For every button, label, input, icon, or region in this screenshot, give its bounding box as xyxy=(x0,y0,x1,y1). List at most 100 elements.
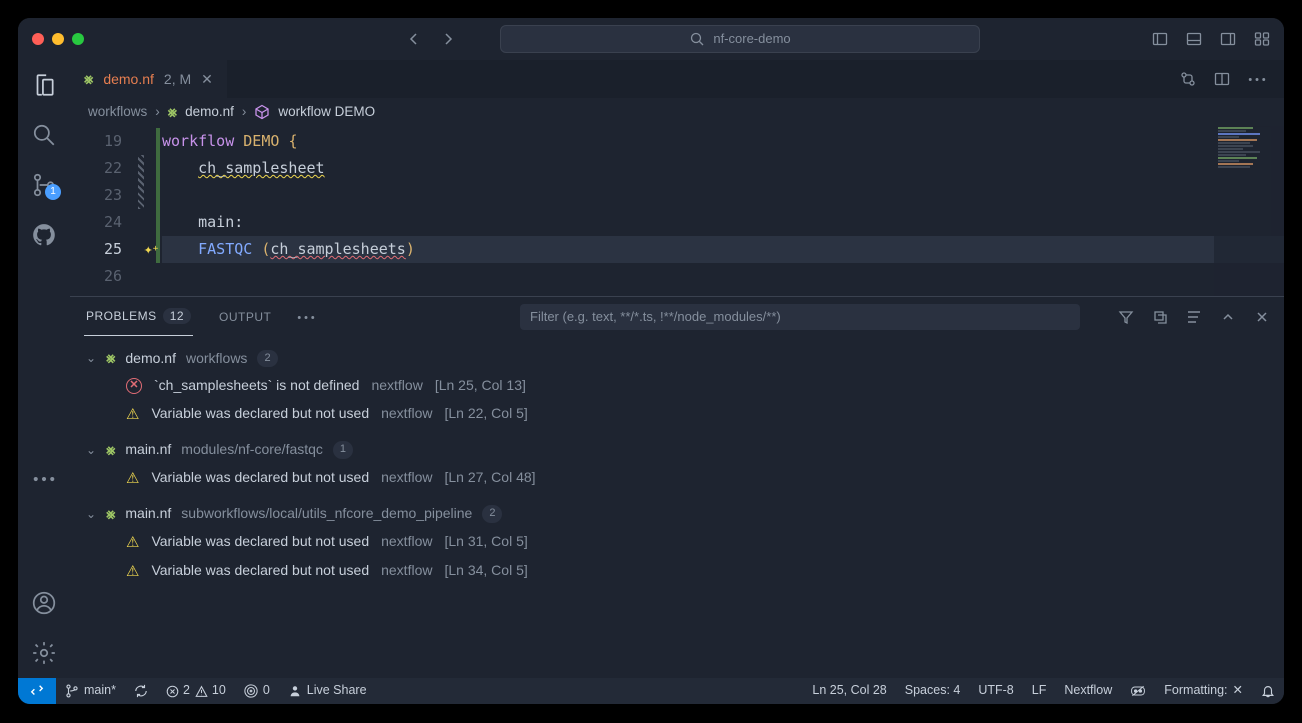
view-as-list-icon[interactable] xyxy=(1186,309,1202,325)
problems-count-badge: 12 xyxy=(163,308,191,324)
glyph-margin: ✦+ xyxy=(140,128,162,290)
account-icon[interactable] xyxy=(31,590,57,616)
status-liveshare[interactable]: Live Share xyxy=(279,678,376,704)
problems-list[interactable]: ⌄⨳demo.nfworkflows2✕`ch_samplesheets` is… xyxy=(70,337,1284,678)
problem-source: nextflow xyxy=(381,561,432,581)
status-ports[interactable]: 0 xyxy=(235,678,279,704)
status-branch[interactable]: main* xyxy=(56,678,125,704)
problem-file: main.nf xyxy=(125,440,171,460)
editor-tabs: ⨳ demo.nf 2, M ✕ xyxy=(70,60,1284,98)
status-indent[interactable]: Spaces: 4 xyxy=(896,678,970,704)
activity-bar: 1 xyxy=(18,60,70,678)
problem-group: ⌄⨳demo.nfworkflows2✕`ch_samplesheets` is… xyxy=(78,341,1276,433)
close-window-button[interactable] xyxy=(32,33,44,45)
status-sync[interactable] xyxy=(125,678,157,704)
problem-message: `ch_samplesheets` is not defined xyxy=(154,376,359,396)
titlebar: nf-core-demo xyxy=(18,18,1284,60)
chevron-right-icon: › xyxy=(155,103,160,122)
problem-item[interactable]: ⚠Variable was declared but not usednextf… xyxy=(78,464,1276,493)
problem-message: Variable was declared but not used xyxy=(151,404,369,424)
minimap[interactable] xyxy=(1214,126,1284,296)
status-encoding[interactable]: UTF-8 xyxy=(969,678,1022,704)
breadcrumb-folder: workflows xyxy=(88,103,147,122)
line-number: 24 xyxy=(70,209,122,236)
panel-bottom-icon[interactable] xyxy=(1186,31,1202,47)
sparkle-icon[interactable]: ✦+ xyxy=(140,236,162,263)
customize-layout-icon[interactable] xyxy=(1254,31,1270,47)
problem-item[interactable]: ⚠Variable was declared but not usednextf… xyxy=(78,400,1276,429)
status-formatting[interactable]: Formatting: ✕ xyxy=(1155,678,1252,704)
problem-location: [Ln 34, Col 5] xyxy=(444,561,527,581)
problem-item[interactable]: ⚠Variable was declared but not usednextf… xyxy=(78,557,1276,586)
problem-group: ⌄⨳main.nfmodules/nf-core/fastqc1⚠Variabl… xyxy=(78,433,1276,497)
search-icon xyxy=(689,31,705,47)
line-numbers: 19 22 23 24 25 26 xyxy=(70,126,140,296)
more-panel-tabs-icon[interactable] xyxy=(297,315,315,320)
status-language[interactable]: Nextflow xyxy=(1055,678,1121,704)
problem-location: [Ln 31, Col 5] xyxy=(444,532,527,552)
close-panel-icon[interactable] xyxy=(1254,309,1270,325)
tab-filename: demo.nf xyxy=(103,70,154,90)
code-editor[interactable]: 19 22 23 24 25 26 ✦+ workflow DEMO { ch_ xyxy=(70,126,1284,296)
problem-file: main.nf xyxy=(125,504,171,524)
code-content[interactable]: workflow DEMO { ch_samplesheet main: FAS… xyxy=(162,126,1284,296)
status-eol[interactable]: LF xyxy=(1023,678,1056,704)
problem-path: subworkflows/local/utils_nfcore_demo_pip… xyxy=(181,504,472,524)
status-cursor[interactable]: Ln 25, Col 28 xyxy=(803,678,895,704)
settings-gear-icon[interactable] xyxy=(31,640,57,666)
problem-group-header[interactable]: ⌄⨳main.nfsubworkflows/local/utils_nfcore… xyxy=(78,501,1276,528)
panel-tabs: PROBLEMS12 OUTPUT Filter (e.g. text, **/… xyxy=(70,297,1284,337)
split-editor-icon[interactable] xyxy=(1214,71,1230,87)
more-activity-icon[interactable] xyxy=(33,476,55,482)
problem-group: ⌄⨳main.nfsubworkflows/local/utils_nfcore… xyxy=(78,497,1276,590)
panel-right-icon[interactable] xyxy=(1220,31,1236,47)
chevron-down-icon: ⌄ xyxy=(86,350,96,367)
problem-source: nextflow xyxy=(371,376,422,396)
remote-indicator[interactable] xyxy=(18,678,56,704)
nextflow-file-icon: ⨳ xyxy=(106,348,115,369)
explorer-icon[interactable] xyxy=(31,72,57,98)
command-center[interactable]: nf-core-demo xyxy=(500,25,980,53)
forward-icon[interactable] xyxy=(440,31,456,47)
status-copilot[interactable] xyxy=(1121,678,1155,704)
search-activity-icon[interactable] xyxy=(31,122,57,148)
status-errors-warnings[interactable]: 2 10 xyxy=(157,678,235,704)
vscode-window: nf-core-demo 1 ⨳ demo.nf xyxy=(18,18,1284,704)
problem-location: [Ln 25, Col 13] xyxy=(435,376,526,396)
tab-output[interactable]: OUTPUT xyxy=(217,299,273,336)
scm-badge: 1 xyxy=(45,184,61,200)
source-control-icon[interactable]: 1 xyxy=(31,172,57,198)
compare-changes-icon[interactable] xyxy=(1180,71,1196,87)
filter-icon[interactable] xyxy=(1118,309,1134,325)
problem-group-header[interactable]: ⌄⨳main.nfmodules/nf-core/fastqc1 xyxy=(78,437,1276,464)
chevron-down-icon: ⌄ xyxy=(86,442,96,459)
command-center-text: nf-core-demo xyxy=(713,30,790,48)
chevron-up-icon[interactable] xyxy=(1220,309,1236,325)
problem-item[interactable]: ✕`ch_samplesheets` is not definednextflo… xyxy=(78,372,1276,400)
minimize-window-button[interactable] xyxy=(52,33,64,45)
problem-source: nextflow xyxy=(381,532,432,552)
problem-item[interactable]: ⚠Variable was declared but not usednextf… xyxy=(78,528,1276,557)
problems-filter-input[interactable]: Filter (e.g. text, **/*.ts, !**/node_mod… xyxy=(520,304,1080,330)
problem-group-header[interactable]: ⌄⨳demo.nfworkflows2 xyxy=(78,345,1276,372)
line-number: 25 xyxy=(70,236,122,263)
back-icon[interactable] xyxy=(406,31,422,47)
warning-icon: ⚠ xyxy=(126,468,139,489)
panel-left-icon[interactable] xyxy=(1152,31,1168,47)
more-tab-actions-icon[interactable] xyxy=(1248,77,1266,82)
breadcrumb[interactable]: workflows › ⨳ demo.nf › workflow DEMO xyxy=(70,98,1284,126)
line-number: 19 xyxy=(70,128,122,155)
collapse-all-icon[interactable] xyxy=(1152,309,1168,325)
tab-demo-nf[interactable]: ⨳ demo.nf 2, M ✕ xyxy=(70,60,227,98)
tab-close-icon[interactable]: ✕ xyxy=(201,70,213,90)
warning-icon: ⚠ xyxy=(126,561,139,582)
layout-controls xyxy=(1152,31,1270,47)
bottom-panel: PROBLEMS12 OUTPUT Filter (e.g. text, **/… xyxy=(70,296,1284,678)
github-icon[interactable] xyxy=(31,222,57,248)
status-notifications[interactable] xyxy=(1252,678,1284,704)
problem-file: demo.nf xyxy=(125,349,176,369)
chevron-right-icon: › xyxy=(242,103,247,122)
line-number: 23 xyxy=(70,182,122,209)
tab-problems[interactable]: PROBLEMS12 xyxy=(84,298,193,336)
maximize-window-button[interactable] xyxy=(72,33,84,45)
